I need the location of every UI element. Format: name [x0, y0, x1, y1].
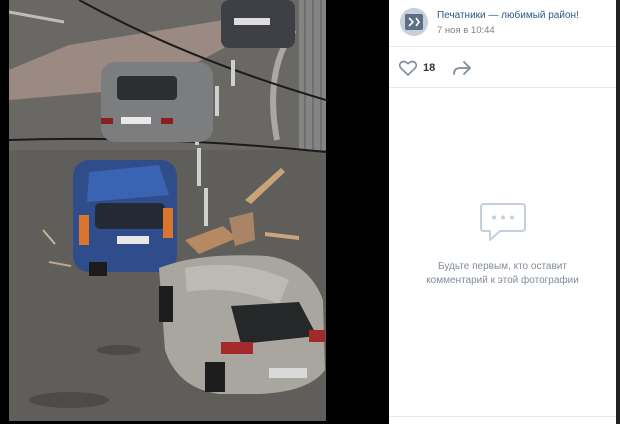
like-count: 18 [423, 62, 436, 74]
post-actions: 18 [389, 47, 616, 88]
photo-viewer [0, 0, 388, 424]
comments-panel: Печатники — любимый район! 7 ноя в 10:44… [389, 0, 616, 424]
empty-comments-icon-wrap [389, 200, 616, 244]
share-icon [453, 61, 471, 75]
photo-scene [9, 0, 326, 421]
empty-text-line1: Будьте первым, кто оставит [438, 261, 567, 272]
post-header: Печатники — любимый район! 7 ноя в 10:44 [389, 0, 616, 47]
scrollbar-edge [616, 0, 620, 424]
group-avatar[interactable] [400, 8, 428, 36]
divider [389, 416, 616, 417]
share-button[interactable] [452, 59, 472, 77]
avatar-image [400, 8, 428, 36]
group-name-link[interactable]: Печатники — любимый район! [437, 10, 579, 21]
post-photo[interactable] [9, 0, 326, 421]
heart-icon [399, 60, 417, 76]
empty-comments-text: Будьте первым, кто оставит комментарий к… [409, 260, 596, 288]
empty-text-line2: комментарий к этой фотографии [426, 275, 579, 286]
comment-bubble-icon [479, 203, 526, 241]
like-button[interactable]: 18 [399, 59, 435, 77]
post-date[interactable]: 7 ноя в 10:44 [437, 25, 495, 36]
